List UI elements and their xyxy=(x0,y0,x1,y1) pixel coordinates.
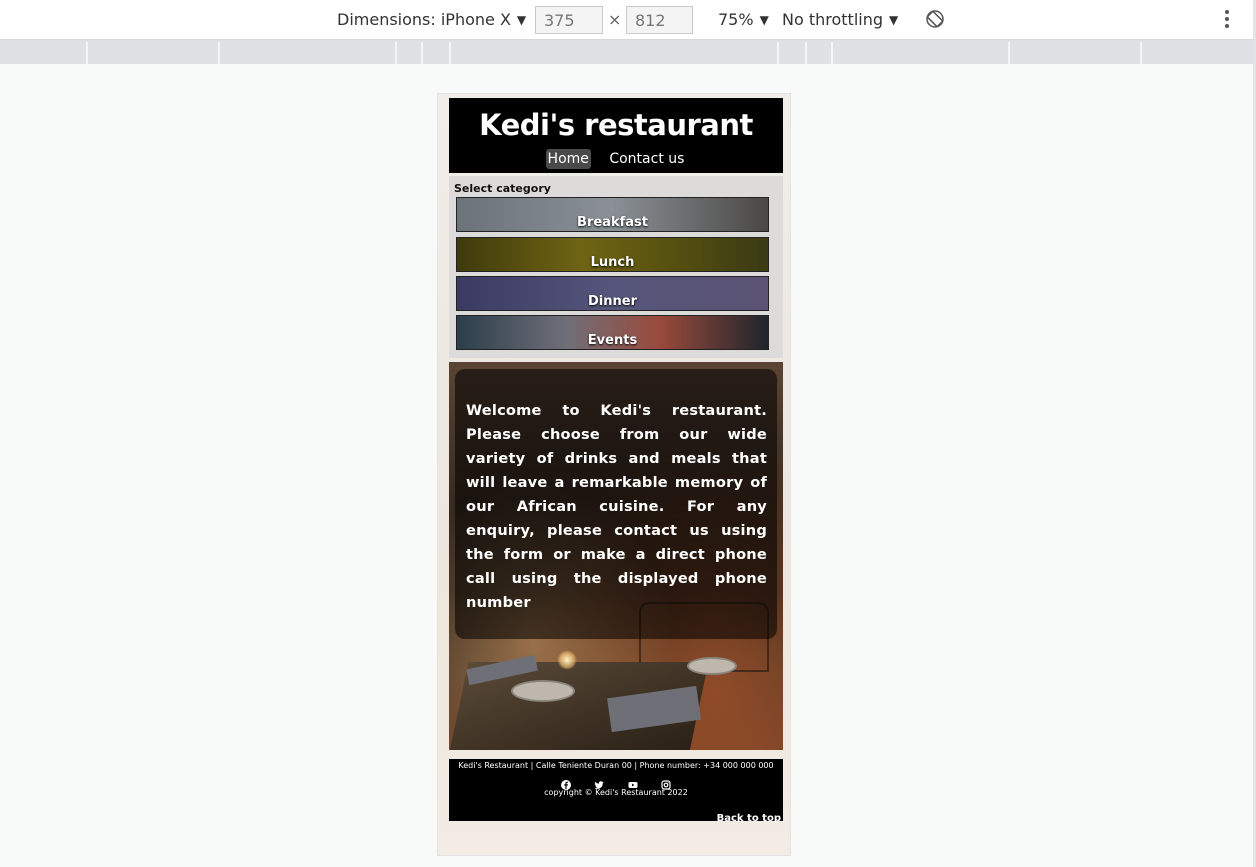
social-links xyxy=(449,774,783,790)
site-footer: Kedi's Restaurant | Calle Teniente Duran… xyxy=(449,759,783,824)
throttle-selector[interactable]: No throttling ▼ xyxy=(782,10,898,29)
category-dinner-button[interactable]: Dinner xyxy=(456,276,769,311)
devtools-toolbar: Dimensions: iPhone X ▼ 375 × 812 75% ▼ No … xyxy=(0,0,1256,40)
candle-light xyxy=(557,650,577,670)
plate xyxy=(687,657,737,675)
viewport-width-input[interactable]: 375 xyxy=(535,6,603,34)
more-options-icon[interactable] xyxy=(1222,10,1232,30)
rotate-icon[interactable] xyxy=(925,9,945,29)
site-header: Kedi's restaurant Home Contact us xyxy=(449,98,783,173)
device-label: Dimensions: iPhone X xyxy=(337,10,511,29)
site-title: Kedi's restaurant xyxy=(479,108,753,142)
chevron-down-icon: ▼ xyxy=(516,13,527,27)
category-events-button[interactable]: Events xyxy=(456,315,769,350)
nav-home[interactable]: Home xyxy=(545,149,591,169)
media-query-ruler xyxy=(0,40,1256,64)
chevron-down-icon: ▼ xyxy=(759,13,769,27)
footer-info: Kedi's Restaurant | Calle Teniente Duran… xyxy=(458,761,774,770)
copyright-text: copyright © Kedi's Restaurant 2022 xyxy=(544,788,688,797)
zoom-label: 75% xyxy=(718,10,754,29)
plate xyxy=(511,680,575,702)
category-breakfast-button[interactable]: Breakfast xyxy=(456,197,769,232)
device-selector[interactable]: Dimensions: iPhone X ▼ xyxy=(337,10,526,29)
device-viewport: Kedi's restaurant Home Contact us Select… xyxy=(437,93,791,856)
throttle-label: No throttling xyxy=(782,10,884,29)
back-to-top-link[interactable]: Back to top xyxy=(717,813,781,824)
dimension-separator: × xyxy=(608,10,622,29)
category-lunch-button[interactable]: Lunch xyxy=(456,237,769,272)
viewport-height-input[interactable]: 812 xyxy=(626,6,693,34)
chevron-down-icon: ▼ xyxy=(889,13,899,27)
zoom-selector[interactable]: 75% ▼ xyxy=(718,10,769,29)
main-nav: Home Contact us xyxy=(449,149,783,169)
hero-section: Welcome to Kedi's restaurant. Please cho… xyxy=(449,362,783,750)
nav-contact-us[interactable]: Contact us xyxy=(607,149,686,169)
welcome-message: Welcome to Kedi's restaurant. Please cho… xyxy=(455,369,777,639)
category-panel: Select category Breakfast Lunch Dinner E… xyxy=(449,176,783,358)
category-label: Select category xyxy=(454,182,551,195)
